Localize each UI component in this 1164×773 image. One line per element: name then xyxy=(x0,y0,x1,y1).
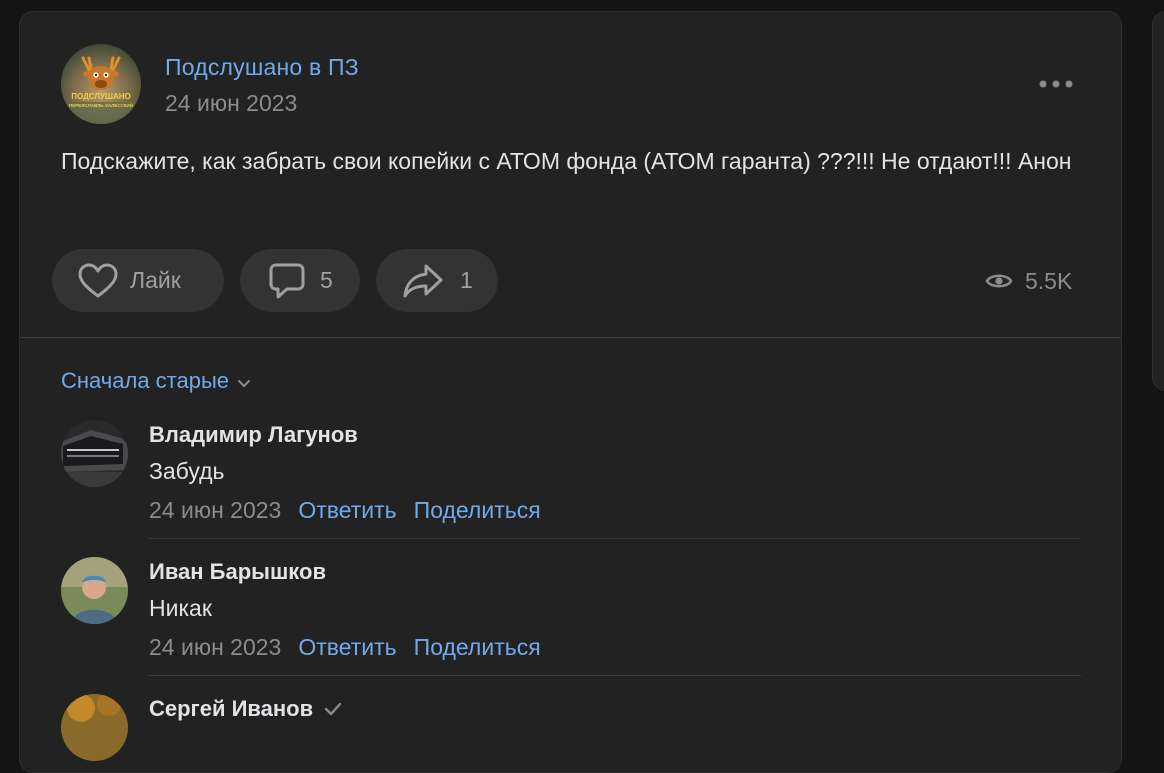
commenter-name[interactable]: Иван Барышков xyxy=(149,559,326,585)
commenter-name[interactable]: Владимир Лагунов xyxy=(149,422,358,448)
comments-button[interactable]: 5 xyxy=(240,249,360,312)
more-horizontal-icon xyxy=(1039,80,1073,88)
section-divider xyxy=(20,337,1121,338)
share-icon xyxy=(403,264,443,297)
svg-text:ПЕРЕЯСЛАВЛЬ-ЗАЛЕССКИЙ: ПЕРЕЯСЛАВЛЬ-ЗАЛЕССКИЙ xyxy=(69,101,133,108)
side-panel-card xyxy=(1152,11,1164,391)
comment-date[interactable]: 24 июн 2023 xyxy=(149,497,281,524)
sort-label: Сначала старые xyxy=(61,368,230,393)
comment-date[interactable]: 24 июн 2023 xyxy=(149,634,281,661)
comments-count: 5 xyxy=(320,267,333,293)
commenter-name-text: Сергей Иванов xyxy=(149,696,314,721)
views-counter: 5.5K xyxy=(985,266,1072,296)
share-comment-button[interactable]: Поделиться xyxy=(414,497,541,524)
comment-item: Сергей Иванов xyxy=(61,694,1081,772)
community-name[interactable]: Подслушано в ПЗ xyxy=(165,54,359,81)
eye-icon xyxy=(985,274,1013,288)
comment-icon xyxy=(269,263,305,298)
share-button[interactable]: 1 xyxy=(376,249,498,312)
post-card: ПОДСЛУШАНО ПЕРЕЯСЛАВЛЬ-ЗАЛЕССКИЙ Подслуш… xyxy=(19,11,1122,773)
commenter-name[interactable]: Сергей Иванов xyxy=(149,696,343,722)
views-count: 5.5K xyxy=(1025,267,1073,294)
heart-icon xyxy=(78,263,118,297)
share-comment-button[interactable]: Поделиться xyxy=(414,634,541,661)
more-options-button[interactable] xyxy=(1038,72,1074,96)
shares-count: 1 xyxy=(460,267,473,293)
reply-button[interactable]: Ответить xyxy=(298,634,396,661)
comment-divider xyxy=(149,538,1081,539)
chevron-down-icon xyxy=(238,379,251,387)
comment-divider xyxy=(149,675,1081,676)
reply-button[interactable]: Ответить xyxy=(298,497,396,524)
comment-item: Иван Барышков Никак 24 июн 2023 Ответить… xyxy=(61,557,1081,677)
community-avatar[interactable]: ПОДСЛУШАНО ПЕРЕЯСЛАВЛЬ-ЗАЛЕССКИЙ xyxy=(61,44,141,124)
post-date[interactable]: 24 июн 2023 xyxy=(165,90,297,117)
like-button[interactable]: Лайк xyxy=(52,249,224,312)
commenter-avatar[interactable] xyxy=(61,557,128,624)
commenter-avatar[interactable] xyxy=(61,420,128,487)
check-icon xyxy=(324,702,342,716)
like-label: Лайк xyxy=(130,267,181,293)
svg-text:ПОДСЛУШАНО: ПОДСЛУШАНО xyxy=(71,92,131,101)
comment-item: Владимир Лагунов Забудь 24 июн 2023 Отве… xyxy=(61,420,1081,540)
post-text: Подскажите, как забрать свои копейки с А… xyxy=(61,148,1072,174)
sort-dropdown[interactable]: Сначала старые xyxy=(61,368,251,394)
commenter-avatar[interactable] xyxy=(61,694,128,761)
comment-text: Забудь xyxy=(149,458,225,484)
comment-text: Никак xyxy=(149,595,212,621)
